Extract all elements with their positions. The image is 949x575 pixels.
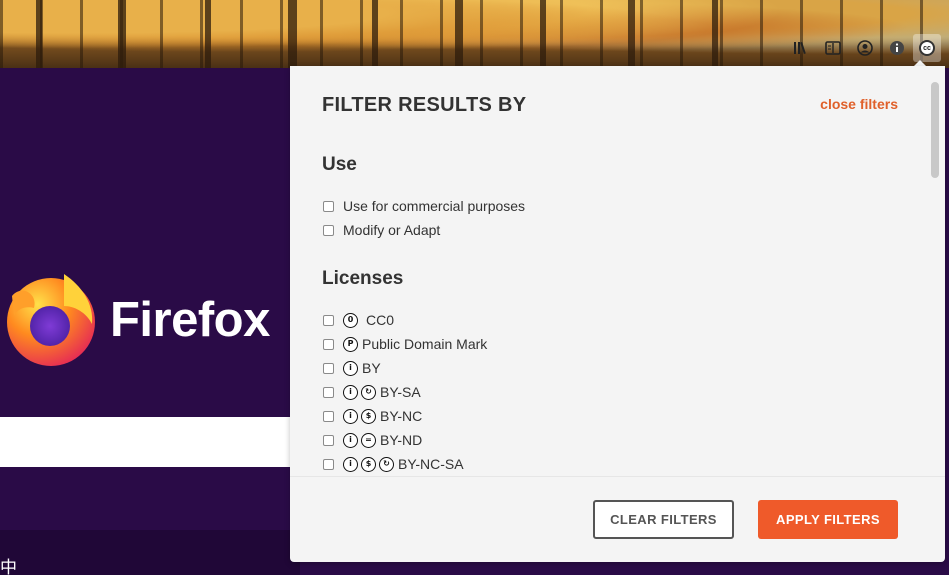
option-label: BY-NC bbox=[380, 408, 423, 424]
toolbar-icons: cc bbox=[785, 34, 941, 62]
info-icon[interactable] bbox=[881, 34, 913, 62]
search-area[interactable] bbox=[0, 417, 300, 467]
license-option-by-sa[interactable]: i ↻ BY-SA bbox=[323, 383, 421, 401]
option-label: BY-ND bbox=[380, 432, 423, 448]
zero-icon: 0 bbox=[343, 312, 358, 328]
checkbox[interactable] bbox=[323, 386, 334, 398]
option-label: BY-SA bbox=[380, 384, 421, 400]
license-option-by-nc-sa[interactable]: i $ ↻ BY-NC-SA bbox=[323, 455, 464, 473]
license-option-pdm[interactable]: P Public Domain Mark bbox=[323, 335, 487, 353]
cc-extension-icon[interactable]: cc bbox=[913, 34, 941, 62]
clear-filters-button[interactable]: CLEAR FILTERS bbox=[593, 500, 734, 539]
library-icon[interactable] bbox=[785, 34, 817, 62]
checkbox[interactable] bbox=[323, 338, 334, 350]
checkbox[interactable] bbox=[323, 314, 334, 326]
cc-logo-icon: cc bbox=[919, 40, 935, 56]
option-label: Use for commercial purposes bbox=[343, 198, 526, 214]
nd-icon: = bbox=[361, 432, 376, 448]
option-label: CC0 bbox=[366, 312, 395, 328]
by-icon: i bbox=[343, 456, 358, 472]
by-icon: i bbox=[343, 408, 358, 424]
browser-toolbar: cc bbox=[0, 0, 949, 68]
filter-title: FILTER RESULTS BY bbox=[322, 94, 527, 116]
option-label: BY-NC-SA bbox=[398, 456, 464, 472]
sa-icon: ↻ bbox=[361, 384, 376, 400]
page-footer-band bbox=[0, 530, 300, 575]
by-icon: i bbox=[343, 384, 358, 400]
license-option-by-nc[interactable]: i $ BY-NC bbox=[323, 407, 422, 425]
pd-icon: P bbox=[343, 336, 358, 352]
use-heading: Use bbox=[322, 154, 357, 175]
nc-icon: $ bbox=[361, 408, 376, 424]
account-icon[interactable] bbox=[849, 34, 881, 62]
popup-scrollbar[interactable] bbox=[931, 82, 939, 178]
language-char: 中 bbox=[0, 558, 17, 575]
license-option-by-nd[interactable]: i = BY-ND bbox=[323, 431, 422, 449]
apply-filters-button[interactable]: APPLY FILTERS bbox=[758, 500, 898, 539]
checkbox[interactable] bbox=[323, 458, 334, 470]
reader-view-icon[interactable] bbox=[817, 34, 849, 62]
option-label: Public Domain Mark bbox=[362, 336, 488, 352]
checkbox[interactable] bbox=[323, 434, 334, 446]
firefox-logo-icon bbox=[7, 274, 95, 366]
by-icon: i bbox=[343, 432, 358, 448]
use-option-modify[interactable]: Modify or Adapt bbox=[323, 221, 440, 239]
option-label: BY bbox=[362, 360, 381, 376]
checkbox[interactable] bbox=[323, 410, 334, 422]
license-option-cc0[interactable]: 0 CC0 bbox=[323, 311, 394, 329]
firefox-wordmark: Firefox bbox=[110, 293, 270, 347]
license-option-by[interactable]: i BY bbox=[323, 359, 381, 377]
checkbox[interactable] bbox=[323, 200, 334, 212]
filter-popup: FILTER RESULTS BY close filters Use Use … bbox=[290, 66, 945, 562]
licenses-heading: Licenses bbox=[322, 268, 404, 289]
use-option-commercial[interactable]: Use for commercial purposes bbox=[323, 197, 525, 215]
by-icon: i bbox=[343, 360, 358, 376]
close-filters-link[interactable]: close filters bbox=[820, 96, 898, 112]
sa-icon: ↻ bbox=[379, 456, 394, 472]
footer-divider bbox=[290, 476, 945, 477]
checkbox[interactable] bbox=[323, 362, 334, 374]
nc-icon: $ bbox=[361, 456, 376, 472]
option-label: Modify or Adapt bbox=[343, 222, 441, 238]
checkbox[interactable] bbox=[323, 224, 334, 236]
